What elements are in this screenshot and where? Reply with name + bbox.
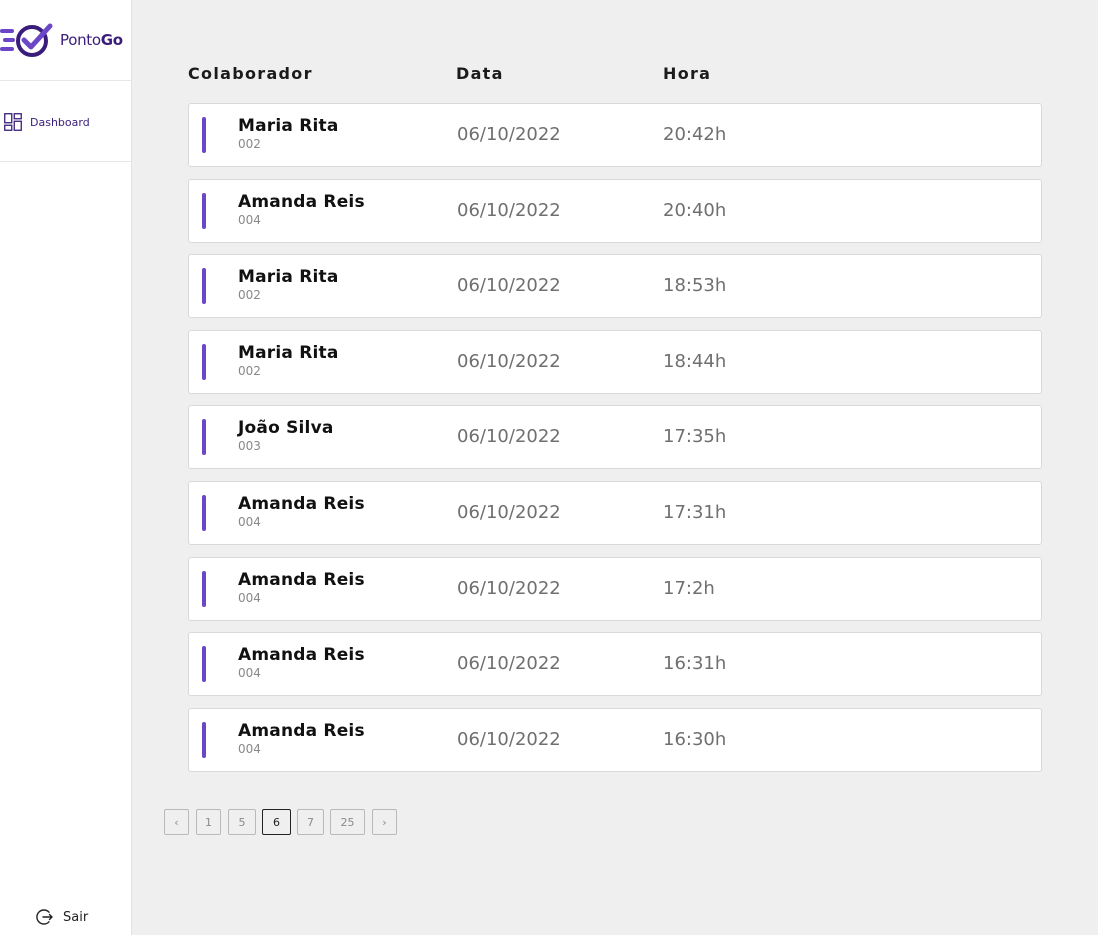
logo[interactable]: PontoGo <box>0 20 132 60</box>
table-row[interactable]: Maria Rita 002 06/10/2022 18:44h <box>188 329 1042 394</box>
row-accent-bar <box>202 117 206 153</box>
row-accent-bar <box>202 494 206 531</box>
record-time: 20:42h <box>663 124 727 145</box>
employee-code: 004 <box>238 741 261 756</box>
logout-button[interactable]: Sair <box>36 908 88 926</box>
employee-code: 004 <box>238 666 261 681</box>
employee-code: 004 <box>238 514 261 529</box>
sidebar-item-label: Dashboard <box>30 115 90 129</box>
employee-code: 003 <box>238 439 261 454</box>
employee-name: Amanda Reis <box>238 569 365 590</box>
page-button-5[interactable]: 5 <box>228 809 256 835</box>
employee-name: Amanda Reis <box>238 645 365 666</box>
table-header: Colaborador Data Hora <box>188 64 1042 86</box>
sidebar-divider <box>0 80 132 81</box>
table-row[interactable]: Amanda Reis 004 06/10/2022 17:31h <box>188 480 1042 545</box>
table-row[interactable]: João Silva 003 06/10/2022 17:35h <box>188 405 1042 470</box>
table-row[interactable]: Maria Rita 002 06/10/2022 20:42h <box>188 103 1042 167</box>
record-date: 06/10/2022 <box>457 728 561 750</box>
row-accent-bar <box>202 646 206 683</box>
page-button-1[interactable]: 1 <box>196 809 221 835</box>
logout-label: Sair <box>63 909 89 925</box>
employee-code: 002 <box>238 288 261 303</box>
row-accent-bar <box>202 721 206 758</box>
employee-code: 002 <box>238 137 261 151</box>
record-date: 06/10/2022 <box>457 426 561 448</box>
employee-name: Amanda Reis <box>238 720 365 741</box>
record-time: 17:31h <box>663 501 727 523</box>
record-date: 06/10/2022 <box>457 577 561 599</box>
logo-text-plain: Ponto <box>60 31 101 49</box>
sidebar: PontoGo Dashboard Sair <box>0 0 132 935</box>
employee-name: Amanda Reis <box>238 191 365 212</box>
column-header-data: Data <box>456 64 504 83</box>
record-date: 06/10/2022 <box>457 653 561 675</box>
logo-text: PontoGo <box>60 31 123 49</box>
row-accent-bar <box>202 343 206 380</box>
prev-page-button[interactable]: ‹ <box>164 809 189 835</box>
logout-icon <box>36 909 53 925</box>
record-time: 18:44h <box>663 350 727 372</box>
next-page-button[interactable]: › <box>372 809 397 835</box>
sidebar-divider <box>0 161 132 162</box>
pontogo-logo-icon <box>0 23 53 57</box>
record-time: 17:2h <box>663 577 715 599</box>
employee-code: 004 <box>238 212 261 227</box>
row-accent-bar <box>202 570 206 607</box>
record-time: 20:40h <box>663 199 727 221</box>
employee-name: Maria Rita <box>238 267 339 288</box>
record-date: 06/10/2022 <box>457 199 561 221</box>
record-date: 06/10/2022 <box>457 124 561 145</box>
record-time: 17:35h <box>663 426 727 448</box>
table-row[interactable]: Amanda Reis 004 06/10/2022 17:2h <box>188 556 1042 621</box>
employee-name: Amanda Reis <box>238 493 365 514</box>
record-time: 16:30h <box>663 728 727 750</box>
page-button-6-current[interactable]: 6 <box>262 809 291 835</box>
page-button-25[interactable]: 25 <box>330 809 365 835</box>
employee-code: 002 <box>238 363 261 378</box>
row-accent-bar <box>202 419 206 456</box>
record-date: 06/10/2022 <box>457 350 561 372</box>
column-header-colaborador: Colaborador <box>188 64 313 83</box>
column-header-hora: Hora <box>663 64 712 83</box>
employee-name: João Silva <box>238 418 334 439</box>
employee-code: 004 <box>238 590 261 605</box>
dashboard-grid-icon <box>4 113 22 131</box>
table-row[interactable]: Amanda Reis 004 06/10/2022 16:31h <box>188 632 1042 697</box>
record-date: 06/10/2022 <box>457 275 561 297</box>
logo-text-bold: Go <box>100 31 123 49</box>
records-list: Maria Rita 002 06/10/2022 20:42h Amanda … <box>188 103 1042 783</box>
table-row[interactable]: Amanda Reis 004 06/10/2022 16:30h <box>188 707 1042 772</box>
row-accent-bar <box>202 268 206 305</box>
record-time: 16:31h <box>663 653 727 675</box>
record-date: 06/10/2022 <box>457 501 561 523</box>
table-row[interactable]: Maria Rita 002 06/10/2022 18:53h <box>188 254 1042 319</box>
page-button-7[interactable]: 7 <box>297 809 324 835</box>
employee-name: Maria Rita <box>238 342 339 363</box>
employee-name: Maria Rita <box>238 116 339 136</box>
row-accent-bar <box>202 192 206 229</box>
record-time: 18:53h <box>663 275 727 297</box>
sidebar-item-dashboard[interactable]: Dashboard <box>4 110 90 134</box>
table-row[interactable]: Amanda Reis 004 06/10/2022 20:40h <box>188 178 1042 243</box>
